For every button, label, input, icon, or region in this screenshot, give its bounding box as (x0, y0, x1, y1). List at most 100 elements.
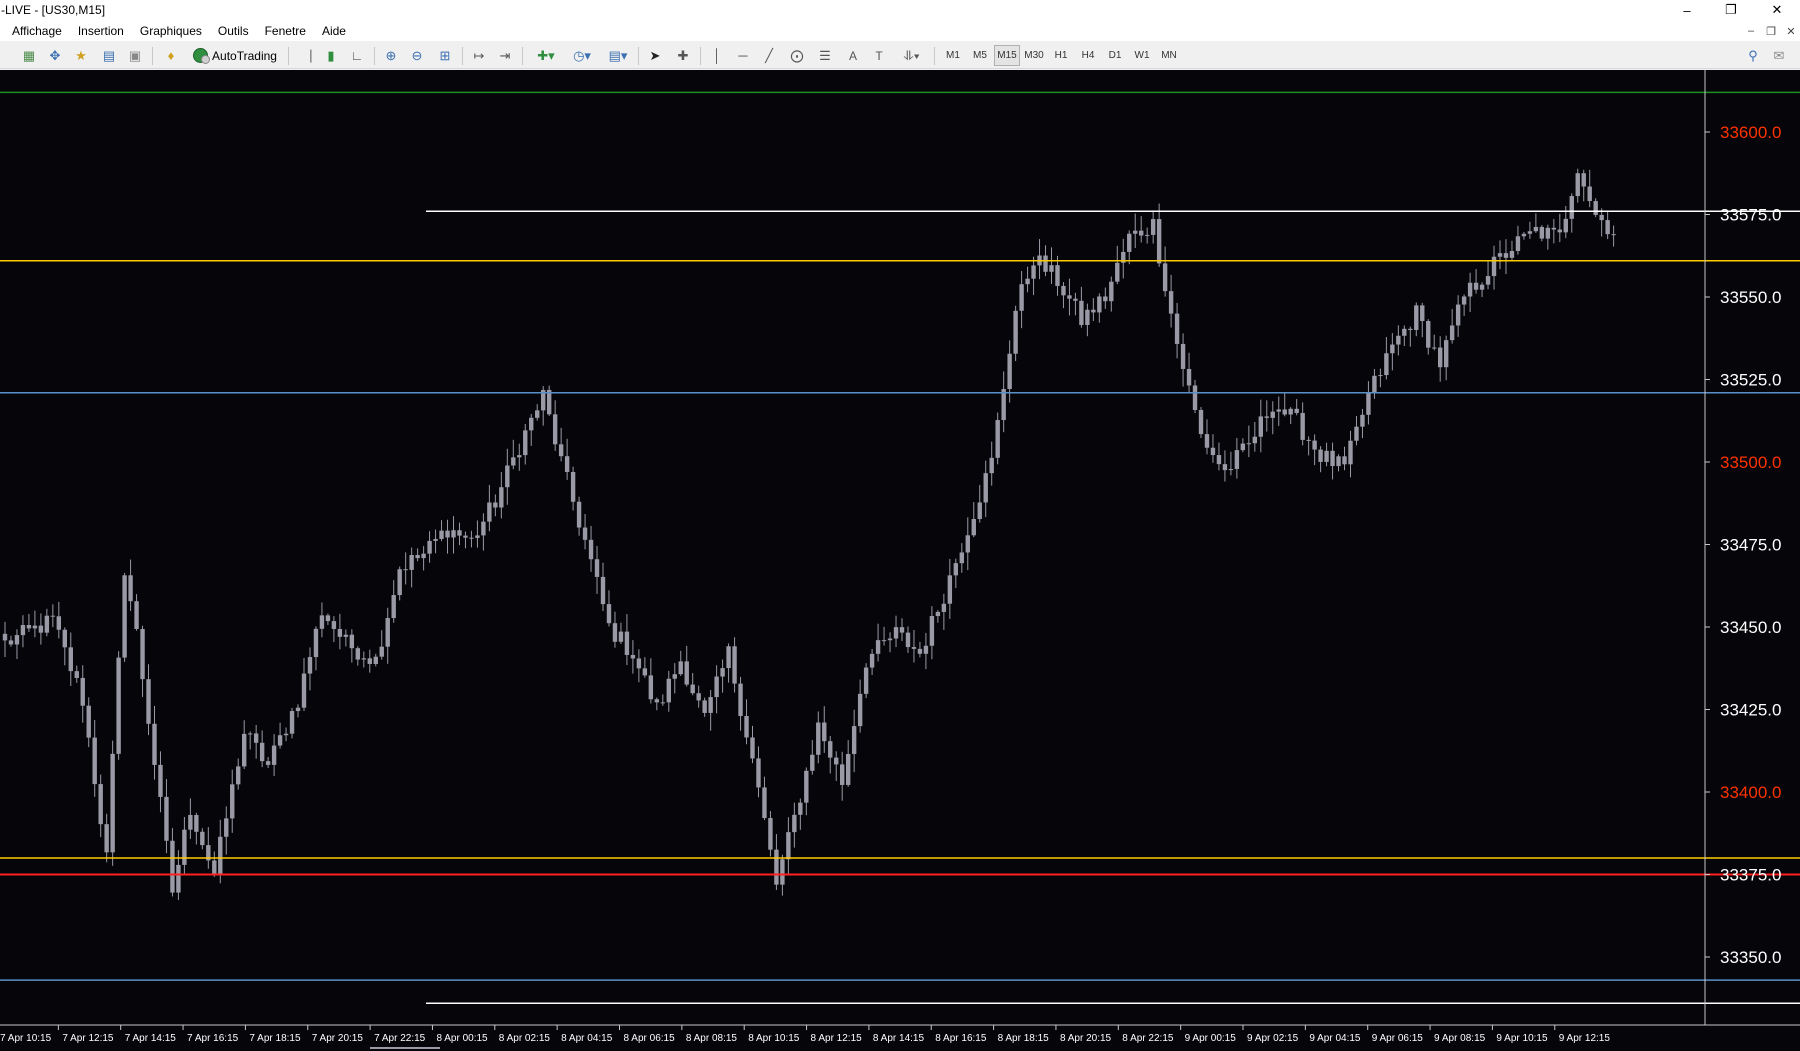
arrows-dropdown-icon[interactable]: ⥥▾ (896, 45, 928, 66)
timeframe-h1[interactable]: H1 (1048, 45, 1074, 66)
candle-body (654, 699, 660, 703)
candle-body (576, 501, 582, 528)
candle-body (1402, 328, 1407, 336)
candle-body (140, 629, 145, 680)
candle-body (1497, 253, 1503, 257)
chart-area[interactable]: 33600.0 33575.0 33550.0 33525.0 33500.0 33475… (0, 70, 1800, 1051)
timeframe-m30[interactable]: M30 (1021, 45, 1047, 66)
candle-body (1491, 256, 1497, 277)
candle-body (935, 611, 941, 617)
equidistant-channel-icon[interactable]: ⨀ (786, 45, 808, 66)
cursor-icon[interactable]: ➤ (644, 45, 666, 66)
candle-body (1551, 227, 1557, 230)
candle-body (1192, 385, 1198, 410)
candle-body (1545, 227, 1551, 239)
close-button[interactable]: ✕ (1754, 0, 1800, 20)
timeframe-w1[interactable]: W1 (1129, 45, 1155, 66)
time-axis-label: 7 Apr 12:15 (62, 1033, 114, 1044)
candle-body (20, 625, 26, 636)
tile-windows-icon[interactable]: ⊞ (434, 45, 456, 66)
candle-body (798, 802, 803, 815)
candle-body (1270, 411, 1275, 418)
timeframe-d1[interactable]: D1 (1102, 45, 1128, 66)
crosshair-icon[interactable]: ✚ (672, 45, 694, 66)
restore-button[interactable]: ❐ (1708, 0, 1754, 20)
search-icon[interactable]: ⚲ (1742, 45, 1764, 66)
text-label-tool[interactable]: T (868, 45, 890, 66)
candlestick-icon[interactable]: ▮ (320, 45, 342, 66)
new-order-icon[interactable]: ♦ (160, 45, 182, 66)
line-chart-icon[interactable]: ∟ (346, 45, 368, 66)
menu-fenetre[interactable]: Fenetre (257, 24, 314, 38)
candle-body (1372, 375, 1377, 393)
candle-body (1180, 343, 1186, 369)
chart-close-button[interactable]: ✕ (1782, 22, 1800, 40)
timeframe-mn[interactable]: MN (1156, 45, 1182, 66)
candle-body (1342, 456, 1347, 465)
timeframe-m15[interactable]: M15 (994, 45, 1020, 66)
templates-dropdown-icon[interactable]: ▤▾ (602, 45, 634, 66)
autotrading-button[interactable]: AutoTrading (190, 45, 280, 66)
horizontal-line-icon[interactable]: ─ (732, 45, 754, 66)
candle-body (56, 616, 62, 630)
candle-body (385, 618, 390, 647)
zoom-out-icon[interactable]: ⊖ (406, 45, 428, 66)
price-chart[interactable]: 33600.0 33575.0 33550.0 33525.0 33500.0 33475… (0, 70, 1800, 1051)
candle-body (355, 648, 361, 660)
bar-chart-icon[interactable]: ⎹ (294, 45, 316, 66)
candle-body (810, 754, 815, 771)
chart-restore-button[interactable]: ❐ (1762, 22, 1780, 40)
candle-body (941, 603, 947, 612)
menu-bar: Affichage Insertion Graphiques Outils Fe… (0, 20, 1800, 41)
candle-body (642, 668, 648, 676)
timeframe-m5[interactable]: M5 (967, 45, 993, 66)
new-chart-icon[interactable]: ▦ (18, 45, 40, 66)
candle-body (780, 859, 785, 885)
timeframe-h4[interactable]: H4 (1075, 45, 1101, 66)
trendline-icon[interactable]: ╱ (758, 45, 780, 66)
candle-body (1539, 226, 1545, 239)
time-axis-label: 7 Apr 20:15 (312, 1033, 364, 1044)
menu-insertion[interactable]: Insertion (70, 24, 132, 38)
candle-body (840, 764, 845, 785)
price-axis-label: 33500.0 (1720, 453, 1781, 472)
periods-dropdown-icon[interactable]: ◷▾ (566, 45, 598, 66)
chart-shift-icon[interactable]: ⇥ (494, 45, 516, 66)
price-axis-label: 33350.0 (1720, 948, 1781, 967)
chat-icon[interactable]: ✉ (1768, 45, 1790, 66)
tester-icon[interactable]: ▣ (124, 45, 146, 66)
auto-scroll-icon[interactable]: ↦ (468, 45, 490, 66)
candle-body (493, 502, 498, 508)
title-bar: -LIVE - [US30,M15] – ❐ ✕ (0, 0, 1800, 20)
candle-body (1282, 409, 1287, 415)
candle-body (1336, 456, 1341, 467)
timeframe-m1[interactable]: M1 (940, 45, 966, 66)
candle-body (349, 634, 355, 649)
candle-body (14, 635, 20, 645)
favorites-icon[interactable]: ★ (70, 45, 92, 66)
fibonacci-icon[interactable]: ☰ (814, 45, 836, 66)
candle-body (1312, 440, 1317, 450)
profiles-icon[interactable]: ✥ (44, 45, 66, 66)
navigator-icon[interactable]: ▤ (98, 45, 120, 66)
zoom-in-icon[interactable]: ⊕ (380, 45, 402, 66)
candle-body (1569, 196, 1574, 219)
minimize-button[interactable]: – (1664, 0, 1710, 20)
autotrading-icon (193, 48, 211, 64)
candle-body (1007, 353, 1012, 389)
candle-body (253, 733, 259, 743)
time-axis-label: 8 Apr 14:15 (873, 1033, 925, 1044)
indicators-dropdown-icon[interactable]: ✚▾ (530, 45, 562, 66)
menu-outils[interactable]: Outils (210, 24, 257, 38)
candle-body (1360, 414, 1365, 427)
candle-body (600, 576, 606, 605)
menu-graphiques[interactable]: Graphiques (132, 24, 210, 38)
time-axis-label: 7 Apr 16:15 (187, 1033, 239, 1044)
text-tool[interactable]: A (842, 45, 864, 66)
candle-body (1216, 455, 1222, 465)
candle-body (247, 733, 253, 735)
chart-minimize-button[interactable]: – (1742, 22, 1760, 40)
vertical-line-icon[interactable]: │ (706, 45, 728, 66)
menu-affichage[interactable]: Affichage (0, 24, 70, 38)
menu-aide[interactable]: Aide (314, 24, 354, 38)
